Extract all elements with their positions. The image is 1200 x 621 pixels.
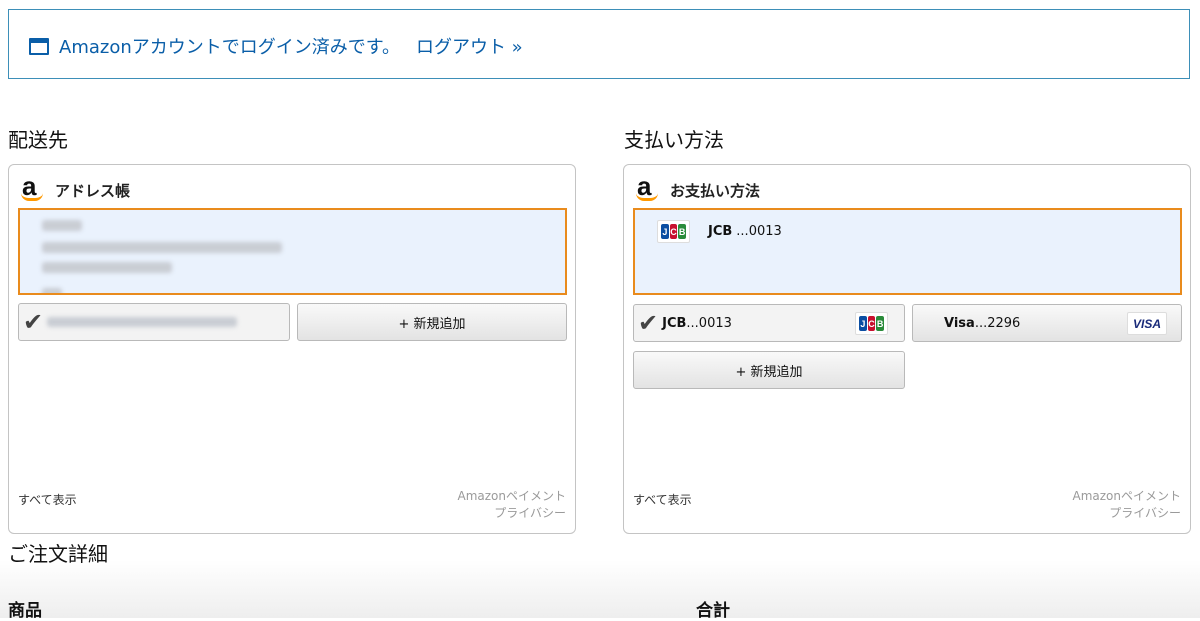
checkmark-icon: ✔ bbox=[638, 309, 659, 337]
selected-address-panel[interactable] bbox=[18, 208, 567, 295]
amazon-logo-icon: a bbox=[634, 171, 662, 205]
add-new-address-button[interactable]: + 新規追加 bbox=[297, 303, 567, 341]
privacy-line1: Amazonペイメント bbox=[1072, 489, 1182, 503]
redacted-address-summary bbox=[47, 317, 238, 327]
payment-method-header: a お支払い方法 bbox=[634, 171, 761, 205]
login-status-text: Amazonアカウントでログイン済みです。 bbox=[59, 37, 400, 58]
address-book-title: アドレス帳 bbox=[55, 181, 131, 200]
selected-card-row: JCB JCB ...0013 bbox=[657, 220, 782, 243]
order-details-heading: ご注文詳細 bbox=[8, 542, 108, 566]
amazon-pay-privacy-link[interactable]: Amazonペイメント プライバシー bbox=[1073, 488, 1182, 522]
card-number: ...2296 bbox=[974, 315, 1021, 331]
address-book-widget: a アドレス帳 ✔ + 新規追加 すべて表示 Amazonペイメント プライバシ… bbox=[8, 164, 576, 534]
redacted-address-line1 bbox=[42, 242, 282, 253]
logout-link[interactable]: ログアウト » bbox=[416, 33, 523, 59]
card-brand: Visa bbox=[944, 315, 975, 331]
add-new-card-button[interactable]: + 新規追加 bbox=[633, 351, 905, 389]
selected-card-brand: JCB bbox=[708, 224, 733, 239]
amazon-logo-icon: a bbox=[19, 171, 47, 205]
address-book-header: a アドレス帳 bbox=[19, 171, 131, 205]
payment-method-title: お支払い方法 bbox=[670, 181, 761, 200]
privacy-line2: プライバシー bbox=[1109, 506, 1181, 520]
selected-card-number: ...0013 bbox=[736, 224, 782, 239]
redacted-address-line3 bbox=[42, 288, 62, 293]
jcb-logo-icon: JCB bbox=[657, 220, 690, 243]
login-status-banner: Amazonアカウントでログイン済みです。 ログアウト » bbox=[8, 9, 1190, 79]
amazon-pay-privacy-link[interactable]: Amazonペイメント プライバシー bbox=[458, 488, 567, 522]
product-column-header: 商品 bbox=[8, 601, 42, 621]
redacted-address-line2 bbox=[42, 262, 172, 273]
jcb-logo-icon: JCB bbox=[855, 312, 888, 335]
card-brand: JCB bbox=[662, 315, 687, 331]
saved-address-option[interactable]: ✔ bbox=[18, 303, 290, 341]
window-icon bbox=[29, 37, 49, 55]
checkmark-icon: ✔ bbox=[23, 308, 44, 336]
show-all-addresses-link[interactable]: すべて表示 bbox=[18, 491, 77, 508]
payment-heading: 支払い方法 bbox=[624, 128, 724, 152]
redacted-name bbox=[42, 220, 82, 231]
total-column-header: 合計 bbox=[696, 601, 730, 621]
card-number: ...0013 bbox=[686, 315, 732, 331]
privacy-line2: プライバシー bbox=[494, 506, 566, 520]
selected-payment-panel[interactable]: JCB JCB ...0013 bbox=[633, 208, 1182, 295]
payment-method-widget: a お支払い方法 JCB JCB ...0013 ✔ JCB ...0013 J… bbox=[623, 164, 1191, 534]
banner-content: Amazonアカウントでログイン済みです。 ログアウト » bbox=[29, 33, 523, 59]
privacy-line1: Amazonペイメント bbox=[457, 489, 567, 503]
order-table-background bbox=[0, 560, 1200, 618]
shipping-heading: 配送先 bbox=[8, 128, 68, 152]
card-option-visa[interactable]: Visa ...2296 VISA bbox=[912, 304, 1182, 342]
card-option-jcb[interactable]: ✔ JCB ...0013 JCB bbox=[633, 304, 905, 342]
show-all-payments-link[interactable]: すべて表示 bbox=[633, 491, 692, 508]
visa-logo-icon: VISA bbox=[1127, 312, 1167, 335]
